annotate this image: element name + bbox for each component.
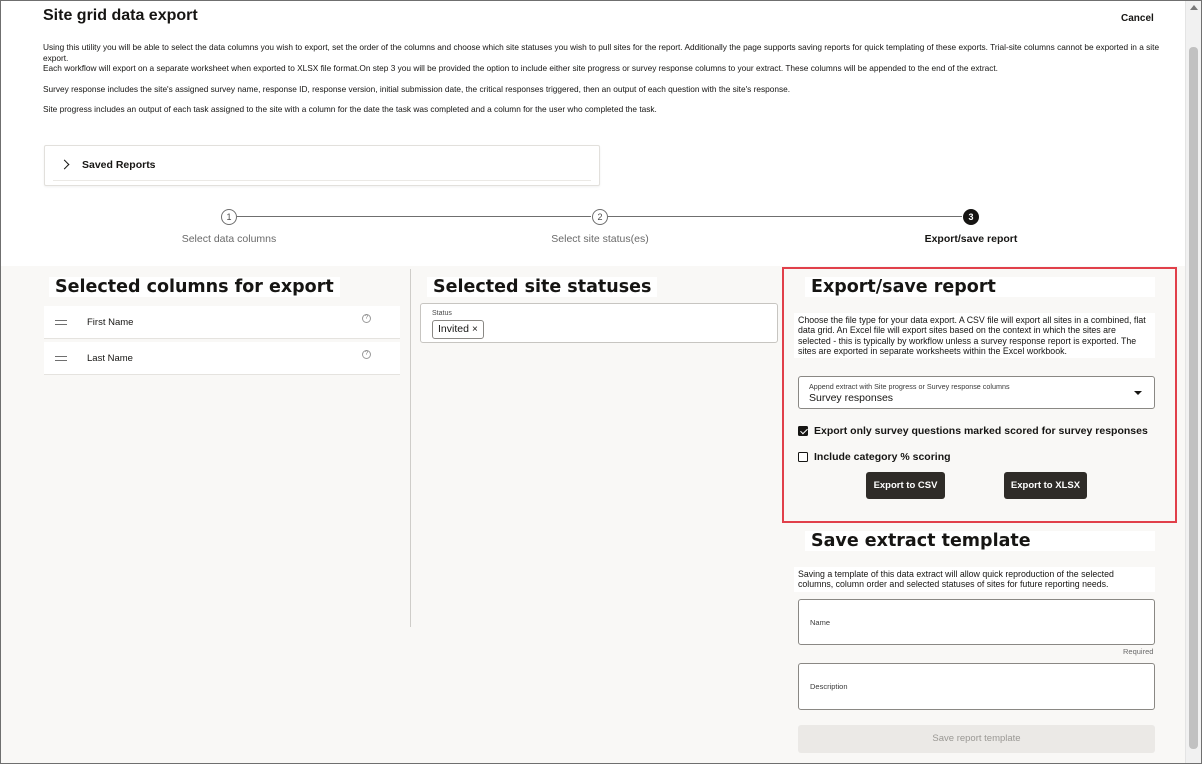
close-icon[interactable]: × (472, 324, 478, 335)
template-description: Saving a template of this data extract w… (794, 567, 1155, 592)
export-panel-title: Export/save report (805, 277, 1155, 297)
step-1-label: Select data columns (181, 233, 277, 245)
chevron-right-icon (59, 159, 70, 170)
step-2-circle[interactable]: 2 (592, 209, 608, 225)
question-circle-icon[interactable]: ? (362, 314, 371, 323)
column-row[interactable]: Last Name ? (44, 342, 400, 375)
status-chip: Invited × (432, 320, 484, 339)
columns-panel-title: Selected columns for export (49, 277, 340, 297)
checkbox-checked[interactable] (798, 426, 808, 436)
status-chip-label: Invited (438, 323, 469, 335)
save-report-template-button[interactable]: Save report template (798, 725, 1155, 753)
status-field-label: Status (432, 310, 452, 317)
checkbox-unchecked[interactable] (798, 452, 808, 462)
append-select-label: Append extract with Site progress or Sur… (809, 382, 1010, 391)
status-multiselect[interactable]: Status Invited × (420, 303, 778, 343)
column-name: First Name (87, 317, 134, 328)
stepper-track-2 (608, 216, 962, 217)
question-circle-icon[interactable]: ? (362, 350, 371, 359)
saved-reports-accordion[interactable]: Saved Reports (44, 145, 600, 186)
name-field-label: Name (810, 618, 831, 627)
step-1-circle[interactable]: 1 (221, 209, 237, 225)
scored-only-label: Export only survey questions marked scor… (814, 425, 1148, 437)
step-3-label: Export/save report (924, 233, 1018, 245)
accordion-divider (53, 180, 591, 181)
intro-paragraph-3: Site progress includes an output of each… (43, 104, 657, 115)
step-2-label: Select site status(es) (551, 233, 649, 245)
vertical-scrollbar[interactable] (1185, 1, 1201, 763)
statuses-panel-title: Selected site statuses (427, 277, 658, 297)
export-csv-button[interactable]: Export to CSV (866, 472, 945, 499)
export-xlsx-button[interactable]: Export to XLSX (1004, 472, 1087, 499)
append-select-value: Survey responses (809, 392, 894, 404)
category-scoring-label: Include category % scoring (814, 451, 951, 463)
append-extract-select[interactable]: Append extract with Site progress or Sur… (798, 376, 1155, 409)
stepper-track-1 (237, 216, 591, 217)
template-panel-title: Save extract template (805, 531, 1155, 551)
required-hint: Required (1123, 647, 1154, 656)
intro-paragraph-2: Survey response includes the site's assi… (43, 83, 791, 94)
scroll-up-arrow-icon[interactable] (1190, 5, 1198, 10)
cancel-link[interactable]: Cancel (1121, 13, 1154, 24)
description-field[interactable]: Description (798, 663, 1155, 710)
scroll-thumb[interactable] (1189, 47, 1198, 749)
saved-reports-label: Saved Reports (82, 159, 156, 171)
app-window: Site grid data export Cancel Using this … (0, 0, 1202, 764)
column-name: Last Name (87, 353, 133, 364)
page-title: Site grid data export (43, 7, 198, 24)
panel-divider (410, 269, 411, 627)
intro-text: Using this utility you will be able to s… (43, 42, 1173, 125)
description-field-label: Description (810, 682, 848, 691)
column-row[interactable]: First Name ? (44, 306, 400, 339)
intro-paragraph-1b: Each workflow will export on a separate … (43, 63, 998, 74)
step-3-circle[interactable]: 3 (963, 209, 979, 225)
drag-handle-icon[interactable] (55, 356, 67, 361)
drag-handle-icon[interactable] (55, 320, 67, 325)
intro-paragraph-1: Using this utility you will be able to s… (43, 42, 1160, 63)
header-region (1, 1, 1187, 266)
name-field[interactable]: Name (798, 599, 1155, 645)
export-description: Choose the file type for your data expor… (794, 313, 1155, 359)
caret-down-icon[interactable] (1134, 391, 1142, 395)
